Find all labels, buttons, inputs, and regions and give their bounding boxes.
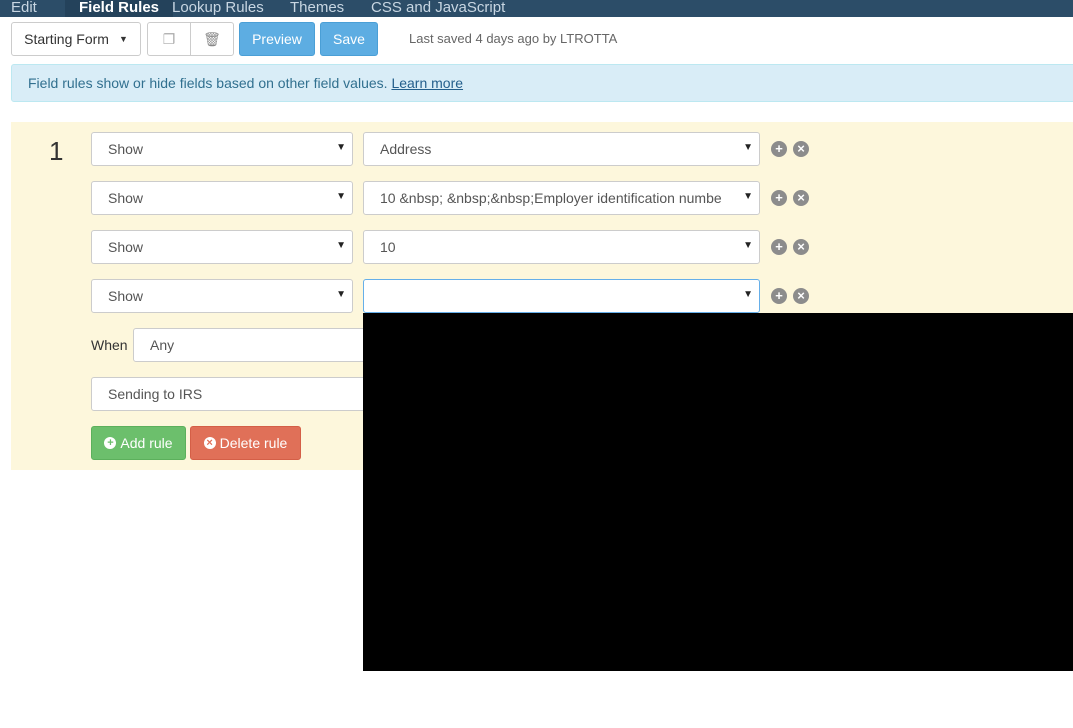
dropdown-arrow-icon: ▼ <box>336 142 346 153</box>
add-action-icon[interactable]: + <box>771 141 787 157</box>
form-select-label: Starting Form <box>24 31 109 47</box>
add-action-icon[interactable]: + <box>771 239 787 255</box>
add-action-icon[interactable]: + <box>771 288 787 304</box>
dropdown-arrow-icon: ▼ <box>743 289 753 300</box>
dropdown-arrow-icon: ▼ <box>336 191 346 202</box>
action-select[interactable]: Show ▼ <box>91 230 353 264</box>
preview-button[interactable]: Preview <box>239 22 315 56</box>
dropdown-arrow-icon: ▼ <box>336 289 346 300</box>
when-select[interactable]: Any <box>133 328 393 362</box>
tab-lookup-rules[interactable]: Lookup Rules <box>172 0 264 16</box>
tab-edit[interactable]: Edit <box>11 0 37 16</box>
remove-action-icon[interactable]: × <box>793 190 809 206</box>
info-alert: Field rules show or hide fields based on… <box>11 64 1073 102</box>
remove-circle-icon: × <box>203 437 216 449</box>
form-select-dropdown[interactable]: Starting Form ▼ <box>11 22 141 56</box>
add-action-icon[interactable]: + <box>771 190 787 206</box>
dropdown-arrow-icon: ▼ <box>743 240 753 251</box>
copy-icon: ❐ <box>162 30 176 47</box>
learn-more-link[interactable]: Learn more <box>391 75 463 91</box>
save-button[interactable]: Save <box>320 22 378 56</box>
dropdown-arrow-icon: ▼ <box>743 142 753 153</box>
copy-button[interactable]: ❐ <box>147 22 191 56</box>
field-select[interactable]: ▼ <box>363 279 760 313</box>
field-select[interactable]: 10 ▼ <box>363 230 760 264</box>
field-select[interactable]: Address ▼ <box>363 132 760 166</box>
tab-themes[interactable]: Themes <box>290 0 344 16</box>
add-rule-button[interactable]: + Add rule <box>91 426 186 460</box>
remove-action-icon[interactable]: × <box>793 288 809 304</box>
dropdown-arrow-icon: ▼ <box>336 240 346 251</box>
action-select[interactable]: Show ▼ <box>91 132 353 166</box>
redacted-region <box>363 313 1073 671</box>
tab-css-javascript[interactable]: CSS and JavaScript <box>371 0 505 16</box>
rule-number: 1 <box>49 136 64 166</box>
dropdown-arrow-icon: ▼ <box>739 191 753 202</box>
delete-form-button[interactable]: 🗑 <box>190 22 234 56</box>
delete-rule-button[interactable]: × Delete rule <box>190 426 301 460</box>
when-label: When <box>91 337 128 353</box>
plus-circle-icon: + <box>104 437 117 449</box>
caret-down-icon: ▼ <box>118 34 128 44</box>
tab-field-rules[interactable]: Field Rules <box>65 0 174 17</box>
top-nav: Edit Field Rules Lookup Rules Themes CSS… <box>0 0 1073 17</box>
action-select[interactable]: Show ▼ <box>91 279 353 313</box>
alert-text: Field rules show or hide fields based on… <box>28 75 392 91</box>
condition-field-select[interactable]: Sending to IRS <box>91 377 391 411</box>
last-saved-status: Last saved 4 days ago by LTROTTA <box>409 31 618 46</box>
action-select[interactable]: Show ▼ <box>91 181 353 215</box>
remove-action-icon[interactable]: × <box>793 239 809 255</box>
remove-action-icon[interactable]: × <box>793 141 809 157</box>
field-select[interactable]: 10 &nbsp; &nbsp;&nbsp;Employer identific… <box>363 181 760 215</box>
trash-icon: 🗑 <box>203 30 221 47</box>
